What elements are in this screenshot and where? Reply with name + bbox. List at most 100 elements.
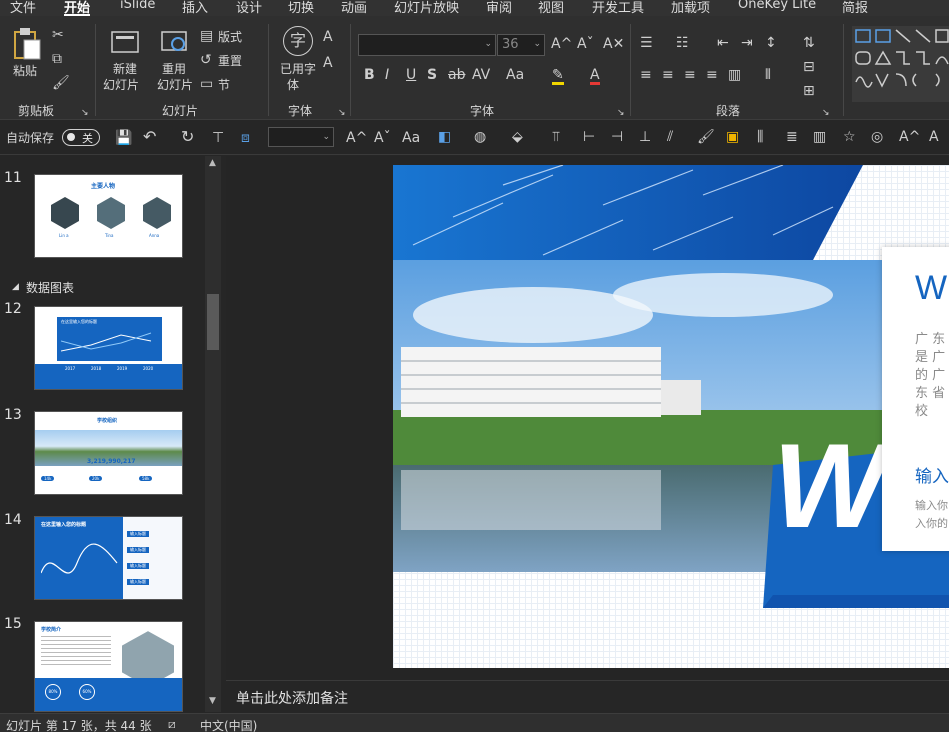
section-title[interactable]: 数据图表 bbox=[26, 279, 74, 296]
shrink-font-icon[interactable]: Aˇ bbox=[374, 131, 391, 145]
text-direction-icon[interactable]: ⇅ bbox=[803, 36, 815, 50]
line-spacing-icon[interactable]: ↕ bbox=[765, 36, 777, 50]
reuse-slides-button[interactable] bbox=[160, 28, 190, 58]
tab-transitions[interactable]: 切换 bbox=[288, 0, 314, 16]
smartart-icon[interactable]: ⊞ bbox=[803, 84, 815, 98]
scroll-up-icon[interactable]: ▲ bbox=[209, 158, 216, 168]
copy-icon[interactable]: ⧉ bbox=[52, 52, 62, 66]
grow-font-icon[interactable]: A^ bbox=[346, 131, 367, 145]
strikethrough-icon[interactable]: ab bbox=[448, 68, 465, 82]
decrease-font-icon[interactable]: A bbox=[929, 130, 939, 144]
clear-format-icon[interactable]: A✕ bbox=[603, 37, 624, 51]
presenter-icon[interactable]: ⊤ bbox=[212, 131, 224, 145]
notes-pane[interactable]: 单击此处添加备注 bbox=[226, 680, 949, 713]
shape-outline-icon[interactable]: ◍ bbox=[474, 130, 486, 144]
used-fonts-icon[interactable]: 字 bbox=[283, 26, 313, 56]
tab-animations[interactable]: 动画 bbox=[341, 0, 367, 16]
decrease-font-icon[interactable]: Aˇ bbox=[577, 37, 594, 51]
slide-thumbnail-13[interactable]: 学校组织 3,219,990,217 14k 20k 58k bbox=[34, 411, 183, 495]
format-painter-icon[interactable]: 🖌 bbox=[52, 76, 70, 90]
reuse-label-2[interactable]: 幻灯片 bbox=[157, 76, 193, 93]
layout-button[interactable]: 版式 bbox=[218, 28, 242, 45]
numbering-icon[interactable]: ☷ bbox=[676, 36, 689, 50]
shapes-gallery[interactable] bbox=[852, 26, 949, 102]
align-middle-icon[interactable]: ⫽ bbox=[667, 130, 673, 144]
tab-briefing[interactable]: 简报 bbox=[842, 0, 868, 16]
dialog-launcher-icon[interactable]: ↘ bbox=[338, 106, 346, 120]
increase-font-icon[interactable]: A^ bbox=[551, 37, 572, 51]
accessibility-icon[interactable]: ⧄ bbox=[168, 717, 176, 732]
tab-developer[interactable]: 开发工具 bbox=[592, 0, 644, 16]
distribute-horizontal-icon[interactable]: ⫼ bbox=[757, 130, 763, 144]
font-size-select[interactable]: 36 ⌄ bbox=[497, 34, 545, 56]
dialog-launcher-icon[interactable]: ↘ bbox=[822, 106, 830, 120]
tab-view[interactable]: 视图 bbox=[538, 0, 564, 16]
cut-icon[interactable]: ✂ bbox=[52, 28, 64, 42]
slide-thumbnail-15[interactable]: 学校简介 80% 60% bbox=[34, 621, 183, 712]
save-icon[interactable]: 💾 bbox=[115, 131, 132, 145]
increase-font-icon[interactable]: A^ bbox=[899, 130, 920, 144]
dialog-launcher-icon[interactable]: ↘ bbox=[81, 106, 89, 120]
reset-button[interactable]: 重置 bbox=[218, 52, 242, 69]
slide-thumbnail-12[interactable]: 在这里输入您的标题 2017 2018 2019 2020 bbox=[34, 306, 183, 390]
tab-review[interactable]: 审阅 bbox=[486, 0, 512, 16]
bullets-icon[interactable]: ☰ bbox=[640, 36, 653, 50]
section-collapse-icon[interactable]: ◢ bbox=[12, 282, 19, 292]
tab-insert[interactable]: 插入 bbox=[182, 0, 208, 16]
bold-icon[interactable]: B bbox=[364, 68, 375, 82]
redo-icon[interactable]: ↻ bbox=[181, 129, 194, 145]
qat-font-select[interactable]: ⌄ bbox=[268, 127, 334, 147]
italic-icon[interactable]: I bbox=[385, 68, 389, 82]
new-slide-button[interactable] bbox=[110, 26, 142, 56]
font-name-select[interactable]: ⌄ bbox=[358, 34, 496, 56]
columns-icon[interactable]: ⫴ bbox=[765, 68, 771, 82]
distributed-icon[interactable]: ▥ bbox=[728, 68, 741, 82]
align-text-icon[interactable]: ⊟ bbox=[803, 60, 815, 74]
change-case-icon[interactable]: Aa bbox=[506, 68, 524, 82]
shadow-icon[interactable]: S bbox=[427, 68, 437, 82]
shrink-font-icon[interactable]: A bbox=[323, 56, 333, 70]
decrease-indent-icon[interactable]: ⇤ bbox=[717, 36, 729, 50]
justify-icon[interactable]: ≡ bbox=[706, 68, 718, 82]
undo-icon[interactable]: ↶ bbox=[143, 129, 156, 145]
shape-effects-icon[interactable]: ⬙ bbox=[512, 130, 523, 144]
textbox-icon[interactable]: ⧈ bbox=[241, 131, 250, 145]
align-center-objects-icon[interactable]: ⊥ bbox=[639, 130, 651, 144]
align-center-icon[interactable]: ≡ bbox=[662, 68, 674, 82]
align-right-icon[interactable]: ≡ bbox=[684, 68, 696, 82]
tab-home[interactable]: 开始 bbox=[64, 0, 91, 16]
paste-button[interactable] bbox=[12, 26, 42, 60]
tab-file[interactable]: 文件 bbox=[10, 0, 36, 16]
new-slide-label-2[interactable]: 幻灯片 bbox=[103, 76, 139, 93]
autosave-toggle[interactable]: 关 bbox=[62, 129, 100, 146]
char-spacing-icon[interactable]: AV bbox=[472, 68, 490, 82]
tab-onekey[interactable]: OneKey Lite bbox=[738, 0, 816, 12]
tab-addins[interactable]: 加载项 bbox=[671, 0, 710, 16]
superscript-icon[interactable]: Aa bbox=[402, 131, 420, 145]
section-button[interactable]: 节 bbox=[218, 76, 230, 93]
chart-icon[interactable]: ▥ bbox=[813, 130, 826, 144]
slide-canvas[interactable]: W WH 广 东 是 广 的 广 东 省 校 输入 输入你 入你的 bbox=[393, 165, 949, 668]
underline-icon[interactable]: U bbox=[406, 68, 416, 82]
dialog-launcher-icon[interactable]: ↘ bbox=[617, 106, 625, 120]
align-right-objects-icon[interactable]: ⊣ bbox=[611, 130, 623, 144]
slide-thumbnail-14[interactable]: 在这里输入您的标题 输入标题 输入标题 输入标题 输入标题 bbox=[34, 516, 183, 600]
align-top-icon[interactable]: ⫪ bbox=[552, 130, 560, 144]
format-painter-icon[interactable]: 🖌 bbox=[697, 130, 715, 144]
distribute-vertical-icon[interactable]: ≣ bbox=[786, 130, 798, 144]
language-indicator[interactable]: 中文(中国) bbox=[200, 717, 257, 732]
increase-indent-icon[interactable]: ⇥ bbox=[741, 36, 753, 50]
notes-placeholder[interactable]: 单击此处添加备注 bbox=[236, 688, 348, 708]
slide-text-card[interactable]: WH 广 东 是 广 的 广 东 省 校 输入 输入你 入你的 bbox=[882, 247, 949, 551]
thumbnail-scrollbar[interactable]: ▲ ▼ bbox=[205, 156, 221, 712]
align-left-icon[interactable]: ≡ bbox=[640, 68, 652, 82]
scroll-down-icon[interactable]: ▼ bbox=[209, 696, 216, 706]
highlight-icon[interactable]: ✎ bbox=[552, 68, 564, 85]
font-color-icon[interactable]: A bbox=[590, 68, 600, 85]
align-left-objects-icon[interactable]: ⊢ bbox=[583, 130, 595, 144]
tab-slideshow[interactable]: 幻灯片放映 bbox=[394, 0, 459, 16]
tab-islide[interactable]: iSlide bbox=[120, 0, 155, 12]
grow-font-icon[interactable]: A bbox=[323, 30, 333, 44]
slide-thumbnail-11[interactable]: 主要人物 Lin a Tina Anna bbox=[34, 174, 183, 258]
tab-design[interactable]: 设计 bbox=[236, 0, 262, 16]
